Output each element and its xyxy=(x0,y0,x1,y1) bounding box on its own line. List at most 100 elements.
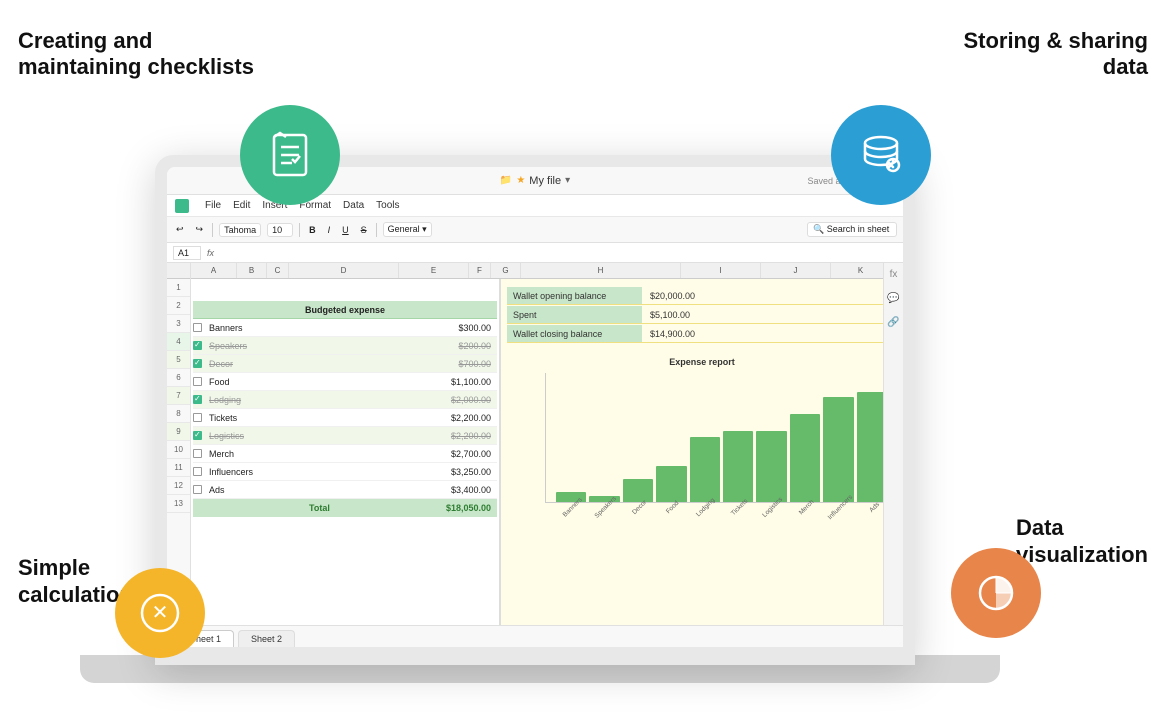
strikethrough-btn[interactable]: S xyxy=(358,224,370,236)
font-selector[interactable]: Tahoma xyxy=(219,223,261,237)
bold-btn[interactable]: B xyxy=(306,224,319,236)
row-header-corner xyxy=(167,263,190,279)
row-7: 7 xyxy=(167,387,190,405)
expense-row: Tickets$2,200.00 xyxy=(193,409,497,427)
col-f: F xyxy=(469,263,491,278)
redo-btn[interactable]: ↪ xyxy=(193,223,207,236)
wallet-label: Wallet opening balance xyxy=(507,287,642,304)
sheet-body: 1 2 3 4 5 6 7 8 9 10 11 12 13 xyxy=(167,263,903,647)
chart-bar xyxy=(823,397,853,502)
expense-checkbox[interactable] xyxy=(193,449,202,458)
wallet-value: $5,100.00 xyxy=(642,310,698,320)
expense-checkbox[interactable] xyxy=(193,323,202,332)
expense-row: Food$1,100.00 xyxy=(193,373,497,391)
database-icon xyxy=(855,129,907,181)
expense-amount: $3,400.00 xyxy=(451,485,497,495)
expense-header: Budgeted expense xyxy=(193,301,497,319)
file-title: My file xyxy=(529,175,561,187)
expense-checkbox[interactable] xyxy=(193,485,202,494)
row-11: 11 xyxy=(167,459,190,477)
expense-checkbox[interactable] xyxy=(193,359,202,368)
svg-text:✕: ✕ xyxy=(152,602,169,624)
menu-tools[interactable]: Tools xyxy=(376,200,399,211)
expense-checkbox[interactable] xyxy=(193,413,202,422)
expense-checkbox[interactable] xyxy=(193,377,202,386)
expense-label: Banners xyxy=(205,323,458,333)
expense-checkbox[interactable] xyxy=(193,395,202,404)
menu-file[interactable]: File xyxy=(205,200,221,211)
expense-label: Merch xyxy=(205,449,451,459)
chart-title: Expense report xyxy=(507,357,897,367)
toolbar-sep-2 xyxy=(299,223,300,237)
sidebar-formula-icon: fx xyxy=(887,267,901,281)
expense-amount: $1,100.00 xyxy=(451,377,497,387)
underline-btn[interactable]: U xyxy=(339,224,352,236)
pie-chart-icon xyxy=(973,570,1019,616)
row-8: 8 xyxy=(167,405,190,423)
expense-checkbox[interactable] xyxy=(193,431,202,440)
col-h: H xyxy=(521,263,681,278)
row-10: 10 xyxy=(167,441,190,459)
expense-label: Tickets xyxy=(205,413,451,423)
expense-checkbox[interactable] xyxy=(193,341,202,350)
undo-btn[interactable]: ↩ xyxy=(173,223,187,236)
pie-icon-circle xyxy=(951,548,1041,638)
expense-panel: Budgeted expense Banners$300.00Speakers$… xyxy=(191,279,501,647)
star-icon: ★ xyxy=(516,175,525,186)
row-12: 12 xyxy=(167,477,190,495)
sidebar-share-icon: 🔗 xyxy=(887,315,901,329)
expense-checkbox[interactable] xyxy=(193,467,202,476)
dropdown-arrow: ▾ xyxy=(565,175,570,186)
chart-bar xyxy=(790,414,820,502)
row-4: 4 xyxy=(167,333,190,351)
sidebar-comment-icon: 💬 xyxy=(887,291,901,305)
data-visualization-label: Data visualization xyxy=(1016,515,1148,568)
general-format[interactable]: General ▾ xyxy=(383,222,432,237)
database-icon-circle xyxy=(831,105,931,205)
sheet-tabs: Sheet 1 Sheet 2 xyxy=(167,625,903,647)
total-label: Total xyxy=(193,503,446,513)
menu-data[interactable]: Data xyxy=(343,200,364,211)
expense-label: Speakers xyxy=(205,341,458,351)
fx-label: fx xyxy=(207,248,214,258)
empty-row-1 xyxy=(193,283,497,301)
italic-btn[interactable]: I xyxy=(325,224,334,236)
chart-container: Expense report $0 $1,000 $2,000 $3,000 $… xyxy=(507,353,897,516)
app-logo xyxy=(175,199,189,213)
font-size-selector[interactable]: 10 xyxy=(267,223,293,237)
total-row: Total $18,050.00 xyxy=(193,499,497,517)
row-3: 3 xyxy=(167,315,190,333)
expense-amount: $2,200.00 xyxy=(451,413,497,423)
grid-area: A B C D E F G H I J K L xyxy=(191,263,903,647)
wallet-value: $14,900.00 xyxy=(642,329,703,339)
expense-rows: Banners$300.00Speakers$200.00Decor$700.0… xyxy=(193,319,497,499)
laptop-shell: 📁 ★ My file ▾ Saved at File Edit Insert … xyxy=(155,155,915,665)
wallet-row: Spent$5,100.00 xyxy=(507,306,897,324)
row-1: 1 xyxy=(167,279,190,297)
sheet-tab-2[interactable]: Sheet 2 xyxy=(238,630,295,647)
toolbar: ↩ ↪ Tahoma 10 B I U S General ▾ 🔍 Search… xyxy=(167,217,903,243)
wallet-label: Spent xyxy=(507,306,642,323)
row-6: 6 xyxy=(167,369,190,387)
expense-row: Logistics$2,200.00 xyxy=(193,427,497,445)
search-box[interactable]: 🔍 Search in sheet xyxy=(807,222,897,237)
spreadsheet-app: 📁 ★ My file ▾ Saved at File Edit Insert … xyxy=(167,167,903,647)
col-g: G xyxy=(491,263,521,278)
col-i: I xyxy=(681,263,761,278)
row-2: 2 xyxy=(167,297,190,315)
toolbar-sep-1 xyxy=(212,223,213,237)
row-9: 9 xyxy=(167,423,190,441)
expense-label: Logistics xyxy=(205,431,451,441)
col-e: E xyxy=(399,263,469,278)
row-13: 13 xyxy=(167,495,190,513)
expense-label: Lodging xyxy=(205,395,451,405)
expense-row: Lodging$2,000.00 xyxy=(193,391,497,409)
chart-x-labels: BannersSpeakersDecorFoodLodgingTicketsLo… xyxy=(545,503,897,512)
wallet-summary: Wallet opening balance$20,000.00Spent$5,… xyxy=(507,287,897,343)
expense-amount: $2,700.00 xyxy=(451,449,497,459)
col-d: D xyxy=(289,263,399,278)
expense-row: Decor$700.00 xyxy=(193,355,497,373)
wallet-row: Wallet closing balance$14,900.00 xyxy=(507,325,897,343)
menu-edit[interactable]: Edit xyxy=(233,200,250,211)
cell-reference[interactable]: A1 xyxy=(173,246,201,260)
